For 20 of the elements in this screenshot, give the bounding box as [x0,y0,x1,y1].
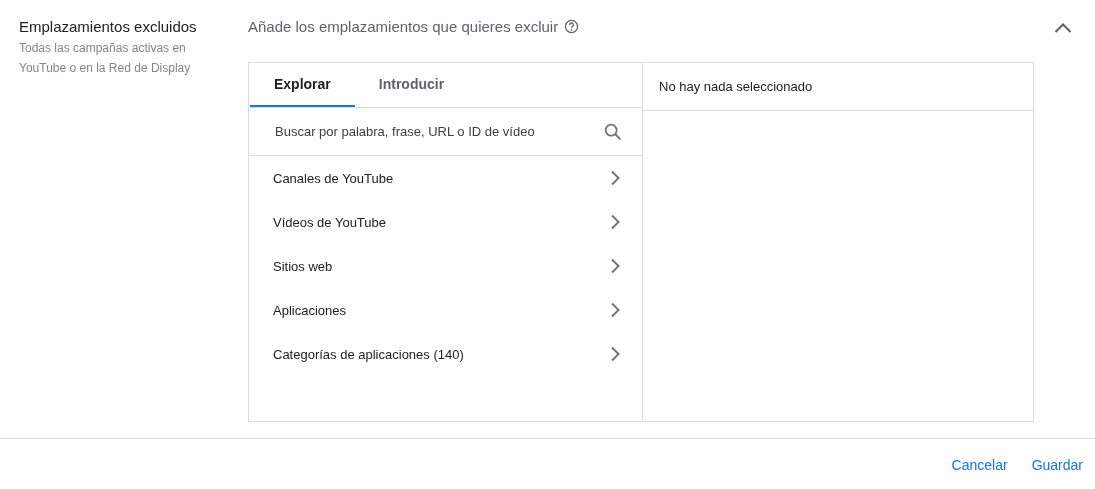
chevron-right-icon [610,258,620,274]
chevron-right-icon [610,346,620,362]
section-title: Emplazamientos excluidos [19,17,198,37]
cancel-button[interactable]: Cancelar [943,449,1016,481]
save-button[interactable]: Guardar [1023,449,1091,481]
help-icon[interactable] [564,18,580,34]
section-description: Todas las campañas activas en YouTube o en la Red de Display [19,40,192,77]
category-item[interactable]: Canales de YouTube [249,156,642,200]
category-item[interactable]: Aplicaciones [249,288,642,332]
empty-selection-text: No hay nada seleccionado [659,79,813,94]
category-item[interactable]: Vídeos de YouTube [249,200,642,244]
chevron-right-icon [610,170,620,186]
tab[interactable]: Explorar [250,63,355,107]
category-item[interactable]: Sitios web [249,244,642,288]
tab[interactable]: Introducir [354,63,469,107]
section-heading: Añade los emplazamientos que quieres excluir [248,17,559,35]
chevron-up-icon[interactable] [1054,22,1072,34]
chevron-right-icon [610,214,620,230]
category-item[interactable]: Categorías de aplicaciones (140) [249,332,642,376]
chevron-right-icon [610,302,620,318]
